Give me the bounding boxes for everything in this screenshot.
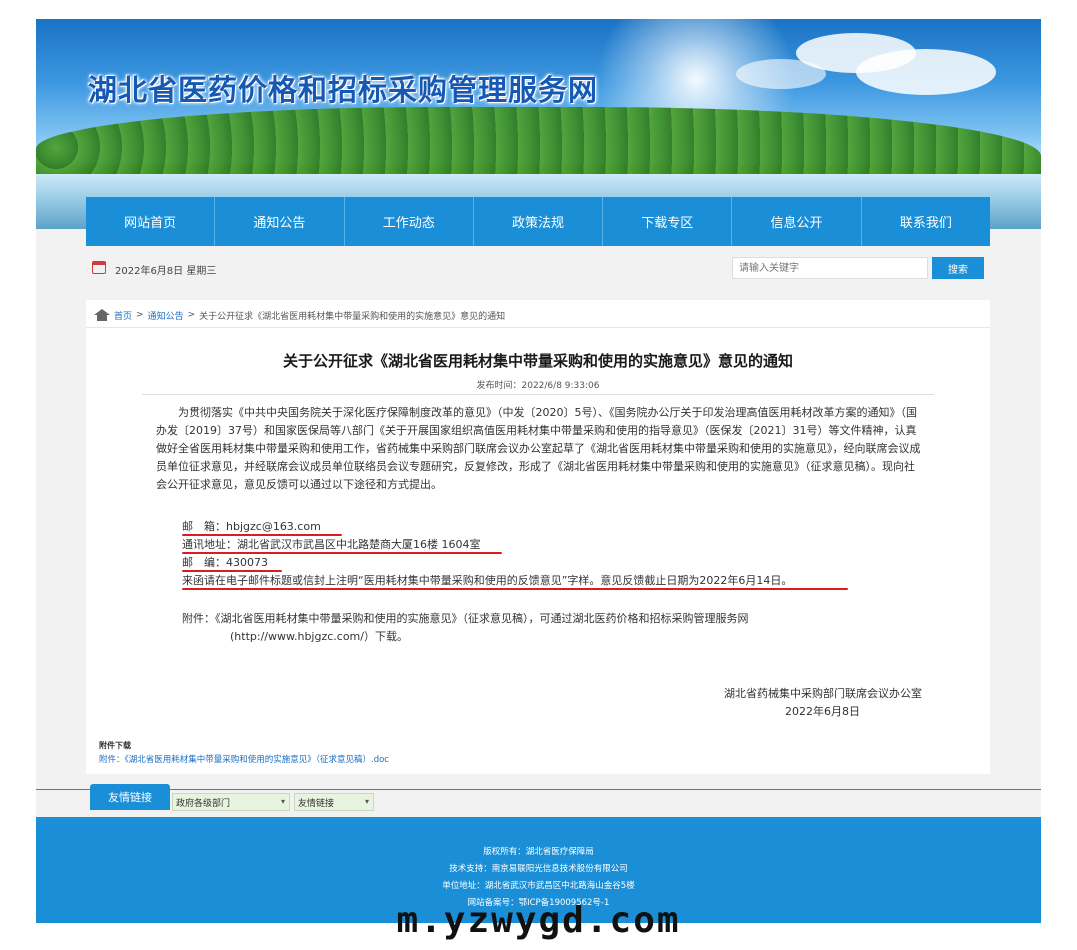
cloud-graphic	[736, 59, 826, 89]
search-button[interactable]: 搜索	[932, 257, 984, 279]
gov-departments-select[interactable]: 政府各级部门 ▾	[172, 793, 290, 811]
watermark: m.yzwygd.com	[396, 900, 681, 941]
attachment-text: 附件：《湖北省医用耗材集中带量采购和使用的实施意见》（征求意见稿），可通过湖北医…	[182, 612, 749, 625]
attachment-url: (http://www.hbjgzc.com/）下载。	[230, 630, 408, 643]
red-underline	[182, 588, 848, 590]
page-frame: 湖北省医药价格和招标采购管理服务网 网站首页 通知公告 工作动态 政策法规 下载…	[36, 19, 1041, 923]
divider	[142, 394, 934, 395]
main-nav: 网站首页 通知公告 工作动态 政策法规 下载专区 信息公开 联系我们	[86, 197, 990, 246]
breadcrumb-separator: >	[136, 310, 144, 320]
nav-info-disclosure[interactable]: 信息公开	[732, 197, 862, 246]
nav-downloads[interactable]: 下载专区	[603, 197, 733, 246]
site-title: 湖北省医药价格和招标采购管理服务网	[88, 73, 599, 107]
trees-graphic	[36, 107, 1041, 177]
chevron-down-icon: ▾	[280, 797, 285, 806]
signature-date: 2022年6月8日	[785, 705, 860, 718]
select-value: 友情链接	[298, 798, 335, 809]
divider	[86, 327, 990, 328]
calendar-icon	[92, 261, 106, 274]
breadcrumb-current: 关于公开征求《湖北省医用耗材集中带量采购和使用的实施意见》意见的通知	[199, 311, 506, 322]
select-value: 政府各级部门	[176, 798, 231, 809]
nav-home[interactable]: 网站首页	[86, 197, 216, 246]
friendly-links-select[interactable]: 友情链接 ▾	[294, 793, 374, 811]
breadcrumb-home[interactable]: 首页	[114, 309, 132, 322]
download-title: 附件下载	[99, 741, 131, 750]
friendly-links-bar: 友情链接 政府各级部门 ▾ 友情链接 ▾	[36, 784, 1041, 816]
search-input[interactable]	[732, 257, 928, 279]
footer-support: 技术支持：南京易联阳光信息技术股份有限公司	[449, 864, 628, 874]
current-date: 2022年6月8日 星期三	[115, 266, 217, 277]
article-paragraph: 为贯彻落实《中共中央国务院关于深化医疗保障制度改革的意见》（中发〔2020〕5号…	[156, 406, 921, 491]
nav-contact[interactable]: 联系我们	[862, 197, 990, 246]
date-search-bar: 2022年6月8日 星期三 搜索	[86, 255, 990, 283]
article-title: 关于公开征求《湖北省医用耗材集中带量采购和使用的实施意见》意见的通知	[282, 352, 793, 370]
breadcrumb-section[interactable]: 通知公告	[148, 309, 184, 322]
chevron-down-icon: ▾	[364, 797, 369, 806]
friendly-links-tab: 友情链接	[90, 784, 170, 810]
breadcrumb: 首页 > 通知公告 > 关于公开征求《湖北省医用耗材集中带量采购和使用的实施意见…	[94, 304, 505, 326]
download-link[interactable]: 附件：《湖北省医用耗材集中带量采购和使用的实施意见》（征求意见稿）.doc	[99, 753, 389, 765]
nav-notices[interactable]: 通知公告	[215, 197, 345, 246]
nav-policies[interactable]: 政策法规	[474, 197, 604, 246]
attachment-note: 附件：《湖北省医用耗材集中带量采购和使用的实施意见》（征求意见稿），可通过湖北医…	[182, 610, 922, 646]
article-panel: 首页 > 通知公告 > 关于公开征求《湖北省医用耗材集中带量采购和使用的实施意见…	[86, 300, 990, 774]
signature-org: 湖北省药械集中采购部门联席会议办公室	[724, 687, 922, 700]
breadcrumb-separator: >	[187, 310, 196, 320]
footer-copyright: 版权所有：湖北省医疗保障局	[483, 847, 594, 857]
home-icon	[94, 309, 110, 321]
publish-time: 发布时间：2022/6/8 9:33:06	[476, 381, 600, 391]
footer-address: 单位地址：湖北省武汉市武昌区中北路海山金谷5楼	[442, 881, 635, 891]
cloud-graphic	[856, 49, 996, 95]
nav-work-news[interactable]: 工作动态	[345, 197, 474, 246]
article-body: 为贯彻落实《中共中央国务院关于深化医疗保障制度改革的意见》（中发〔2020〕5号…	[156, 404, 922, 494]
